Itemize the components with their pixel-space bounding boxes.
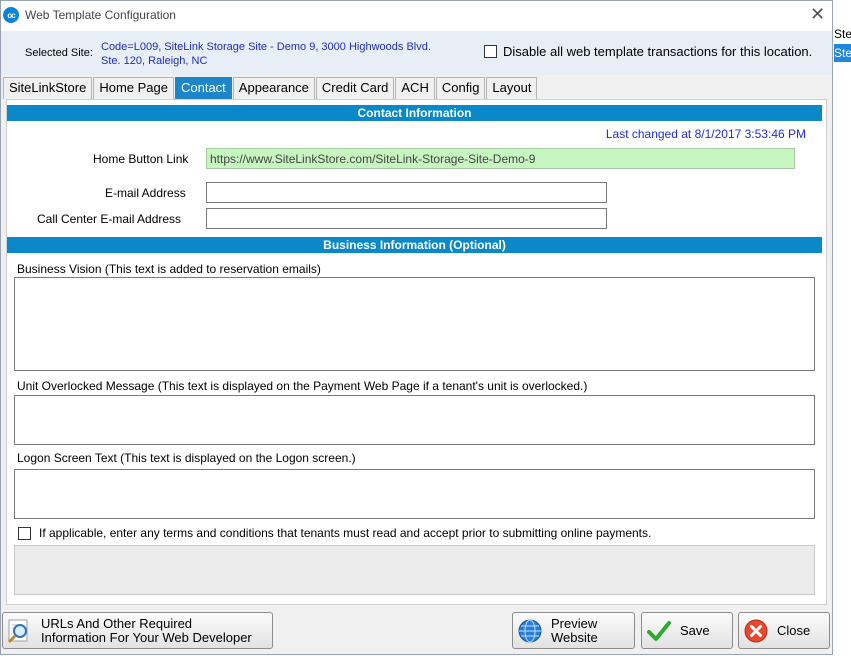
business-vision-label: Business Vision (This text is added to r… [17, 262, 321, 276]
window-title: Web Template Configuration [25, 8, 176, 22]
urls-info-button-label: URLs And Other Required Information For … [41, 615, 252, 645]
email-address-label: E-mail Address [105, 186, 186, 200]
terms-textarea [14, 545, 815, 595]
terms-label: If applicable, enter any terms and condi… [39, 526, 652, 540]
urls-info-button[interactable]: URLs And Other Required Information For … [2, 612, 273, 649]
background-selected-fragment: Ste [834, 44, 851, 62]
selected-site-value: Code=L009, SiteLink Storage Site - Demo … [101, 40, 441, 68]
home-button-link-label: Home Button Link [93, 152, 189, 166]
home-button-link-input[interactable] [206, 148, 795, 169]
tab-appearance[interactable]: Appearance [232, 77, 315, 99]
tab-strip: SiteLinkStore Home Page Contact Appearan… [3, 77, 538, 99]
tab-contact[interactable]: Contact [174, 77, 232, 99]
business-vision-textarea[interactable] [14, 277, 815, 371]
save-button-label: Save [680, 622, 710, 638]
close-window-icon[interactable]: ✕ [810, 5, 825, 23]
site-value-line-2: Ste. 120, Raleigh, NC [101, 55, 208, 67]
globe-icon [517, 618, 543, 644]
title-bar[interactable]: oc Web Template Configuration ✕ [1, 1, 832, 31]
logon-screen-text-label: Logon Screen Text (This text is displaye… [17, 451, 356, 465]
save-button[interactable]: Save [641, 612, 733, 649]
checkmark-icon [646, 618, 672, 644]
tab-home-page[interactable]: Home Page [93, 77, 174, 99]
call-center-email-input[interactable] [206, 208, 607, 229]
tab-config[interactable]: Config [435, 77, 486, 99]
background-text-fragment: Ste [834, 27, 851, 41]
disable-transactions-checkbox[interactable] [484, 45, 497, 58]
selected-site-label: Selected Site: [25, 47, 93, 59]
urls-label-line-1: URLs And Other Required [41, 615, 193, 631]
unit-overlocked-textarea[interactable] [14, 395, 815, 445]
urls-label-line-2: Information For Your Web Developer [41, 629, 252, 645]
magnifier-document-icon [7, 618, 33, 644]
contact-tab-panel: Contact Information Last changed at 8/1/… [6, 99, 827, 605]
last-changed-text: Last changed at 8/1/2017 3:53:46 PM [605, 127, 806, 141]
web-template-config-window: oc Web Template Configuration ✕ Selected… [0, 0, 833, 655]
close-button-label: Close [777, 622, 811, 638]
preview-website-button-label: Preview Website [551, 615, 598, 645]
preview-website-button[interactable]: Preview Website [512, 612, 635, 649]
app-icon: oc [3, 7, 19, 23]
tab-credit-card[interactable]: Credit Card [315, 77, 395, 99]
disable-transactions-label: Disable all web template transactions fo… [503, 44, 813, 59]
tab-sitelinkstore[interactable]: SiteLinkStore [3, 77, 93, 99]
terms-checkbox[interactable] [18, 526, 31, 540]
close-button[interactable]: Close [738, 612, 830, 649]
email-address-input[interactable] [206, 182, 607, 203]
business-information-header: Business Information (Optional) [7, 237, 822, 253]
terms-option[interactable]: If applicable, enter any terms and condi… [18, 526, 651, 540]
contact-information-header: Contact Information [7, 105, 822, 121]
site-value-line-1: Code=L009, SiteLink Storage Site - Demo … [101, 41, 431, 53]
call-center-email-label: Call Center E-mail Address [37, 212, 182, 226]
tab-ach[interactable]: ACH [395, 77, 435, 99]
selected-site-bar: Selected Site: Code=L009, SiteLink Stora… [1, 31, 832, 75]
logon-screen-textarea[interactable] [14, 469, 815, 519]
preview-label-line-2: Website [551, 629, 598, 645]
tab-layout[interactable]: Layout [486, 77, 538, 99]
unit-overlocked-label: Unit Overlocked Message (This text is di… [17, 379, 588, 393]
close-circle-icon [743, 618, 769, 644]
preview-label-line-1: Preview [551, 615, 598, 631]
disable-transactions-option[interactable]: Disable all web template transactions fo… [484, 44, 812, 59]
